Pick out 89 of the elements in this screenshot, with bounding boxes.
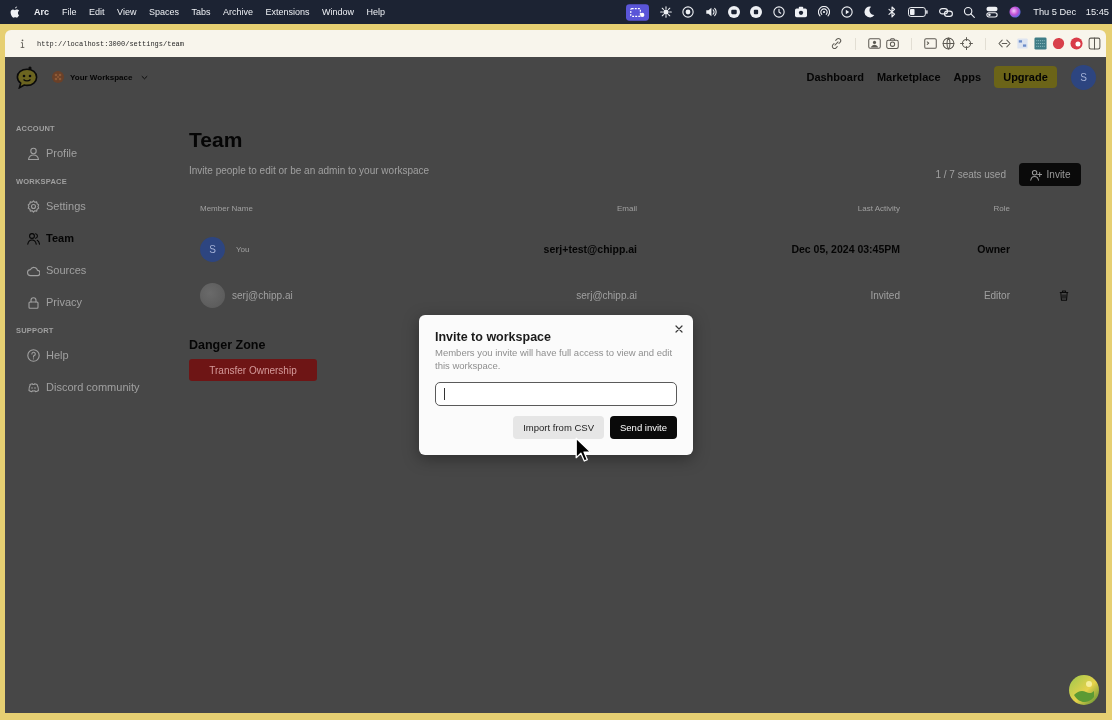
- last-activity: Dec 05, 2024 03:45PM: [790, 243, 900, 255]
- menu-bar-date[interactable]: Thu 5 Dec: [1033, 7, 1077, 17]
- user-plus-icon: [1029, 168, 1042, 181]
- member-email: serj+test@chipp.ai: [542, 243, 637, 255]
- grid-tile-icon[interactable]: [1034, 37, 1047, 50]
- battery-icon[interactable]: [908, 7, 929, 17]
- page-title: Team: [189, 128, 243, 152]
- sidebar-item[interactable]: Settings: [16, 190, 189, 222]
- section-heading: Danger Zone: [189, 337, 266, 353]
- account-avatar[interactable]: S: [1071, 64, 1096, 90]
- page-description: Invite people to edit or be an admin to your workspace: [189, 164, 430, 178]
- menu-item[interactable]: Tabs: [191, 7, 211, 17]
- send-invite-button[interactable]: Send invite: [610, 416, 677, 439]
- column-header: Role: [992, 203, 1010, 215]
- column-header: Last Activity: [856, 203, 900, 215]
- people-icon: [27, 231, 40, 245]
- menu-bar-time[interactable]: 15:45: [1085, 7, 1109, 17]
- screen-record-icon[interactable]: [626, 3, 650, 21]
- round-logo-icon[interactable]: [1070, 37, 1083, 50]
- column-header: Member Name: [199, 203, 254, 215]
- email-input-field[interactable]: [435, 382, 677, 406]
- member-avatar: S: [200, 236, 225, 262]
- member-role: Owner: [976, 243, 1010, 255]
- member-email: serj@chipp.ai: [575, 289, 637, 301]
- member-name: serj@chipp.ai: [232, 289, 293, 301]
- sidebar-item[interactable]: Privacy: [16, 286, 189, 318]
- column-header: Email: [616, 203, 637, 215]
- person-icon: [27, 146, 40, 160]
- dialog-description: Members you invite will have full access to view and edit this workspace.: [435, 346, 674, 372]
- sidebar-item[interactable]: Profile: [16, 137, 189, 169]
- menu-item[interactable]: View: [117, 7, 137, 17]
- menu-item[interactable]: Help: [366, 7, 386, 17]
- toggles-icon[interactable]: [986, 6, 999, 18]
- crosshair-icon[interactable]: [960, 37, 973, 50]
- speaker-icon[interactable]: [704, 6, 717, 18]
- help-icon: [27, 348, 40, 362]
- round-app-icon[interactable]: [727, 6, 740, 18]
- play-icon[interactable]: [840, 6, 853, 18]
- search-icon[interactable]: [963, 6, 976, 18]
- moon-icon[interactable]: [863, 6, 876, 18]
- close-icon[interactable]: [675, 325, 683, 333]
- terminal-icon[interactable]: [924, 37, 937, 50]
- double-arrow-icon[interactable]: [998, 37, 1011, 50]
- import-csv-button[interactable]: Import from CSV: [513, 416, 604, 439]
- link-icon[interactable]: [830, 37, 843, 50]
- member-role: Editor: [982, 289, 1010, 301]
- chevron-down-icon: [141, 74, 149, 80]
- globe-icon[interactable]: [942, 37, 955, 50]
- last-activity: Invited: [869, 289, 900, 301]
- text-cursor-icon: [444, 388, 445, 400]
- sidebar-item[interactable]: Sources: [16, 254, 189, 286]
- clock-icon[interactable]: [772, 6, 785, 18]
- blob-icon[interactable]: [1052, 37, 1065, 50]
- camera-icon[interactable]: [795, 6, 808, 18]
- sun-icon[interactable]: [659, 6, 672, 18]
- thumbnail-icon[interactable]: [1016, 37, 1029, 50]
- gear-icon: [27, 199, 40, 213]
- menu-item[interactable]: Extensions: [265, 7, 310, 17]
- chain-icon[interactable]: [938, 6, 953, 18]
- game-controller-icon: [27, 380, 40, 394]
- sidebar-item[interactable]: Discord community: [16, 371, 189, 403]
- menu-item[interactable]: Archive: [222, 7, 253, 17]
- you-label: You: [236, 244, 250, 254]
- stop-icon[interactable]: [750, 6, 763, 18]
- camera-icon[interactable]: [886, 37, 899, 50]
- seats-count: 1 / 7 seats used: [935, 169, 1006, 180]
- transfer-ownership-button[interactable]: Transfer Ownership: [189, 359, 317, 381]
- bluetooth-icon[interactable]: [885, 6, 898, 18]
- picture-frame-icon[interactable]: [868, 37, 881, 50]
- menu-item[interactable]: File: [62, 7, 77, 17]
- info-icon[interactable]: [17, 38, 28, 49]
- workspace-name: Your Workspace: [70, 72, 133, 82]
- invite-button[interactable]: Invite: [1019, 163, 1081, 186]
- app-menu[interactable]: Arc: [34, 7, 49, 17]
- smiley-bubble-icon[interactable]: [16, 65, 38, 89]
- sidebar-toggle-icon[interactable]: [1088, 37, 1101, 50]
- broadcast-icon[interactable]: [817, 6, 830, 18]
- pattern-disc-icon: [52, 71, 64, 83]
- menu-item[interactable]: Edit: [89, 7, 105, 17]
- round-launcher-icon[interactable]: [1069, 675, 1099, 705]
- menu-item[interactable]: Spaces: [148, 7, 179, 17]
- dialog-title: Invite to workspace: [435, 330, 552, 345]
- avatar-photo-placeholder: [200, 282, 225, 308]
- record-icon[interactable]: [682, 6, 695, 18]
- lock-icon: [27, 295, 40, 309]
- apple-icon[interactable]: [10, 6, 20, 18]
- menu-item[interactable]: Window: [322, 7, 354, 17]
- sidebar-item[interactable]: Help: [16, 339, 189, 371]
- color-orb-icon[interactable]: [1008, 6, 1021, 18]
